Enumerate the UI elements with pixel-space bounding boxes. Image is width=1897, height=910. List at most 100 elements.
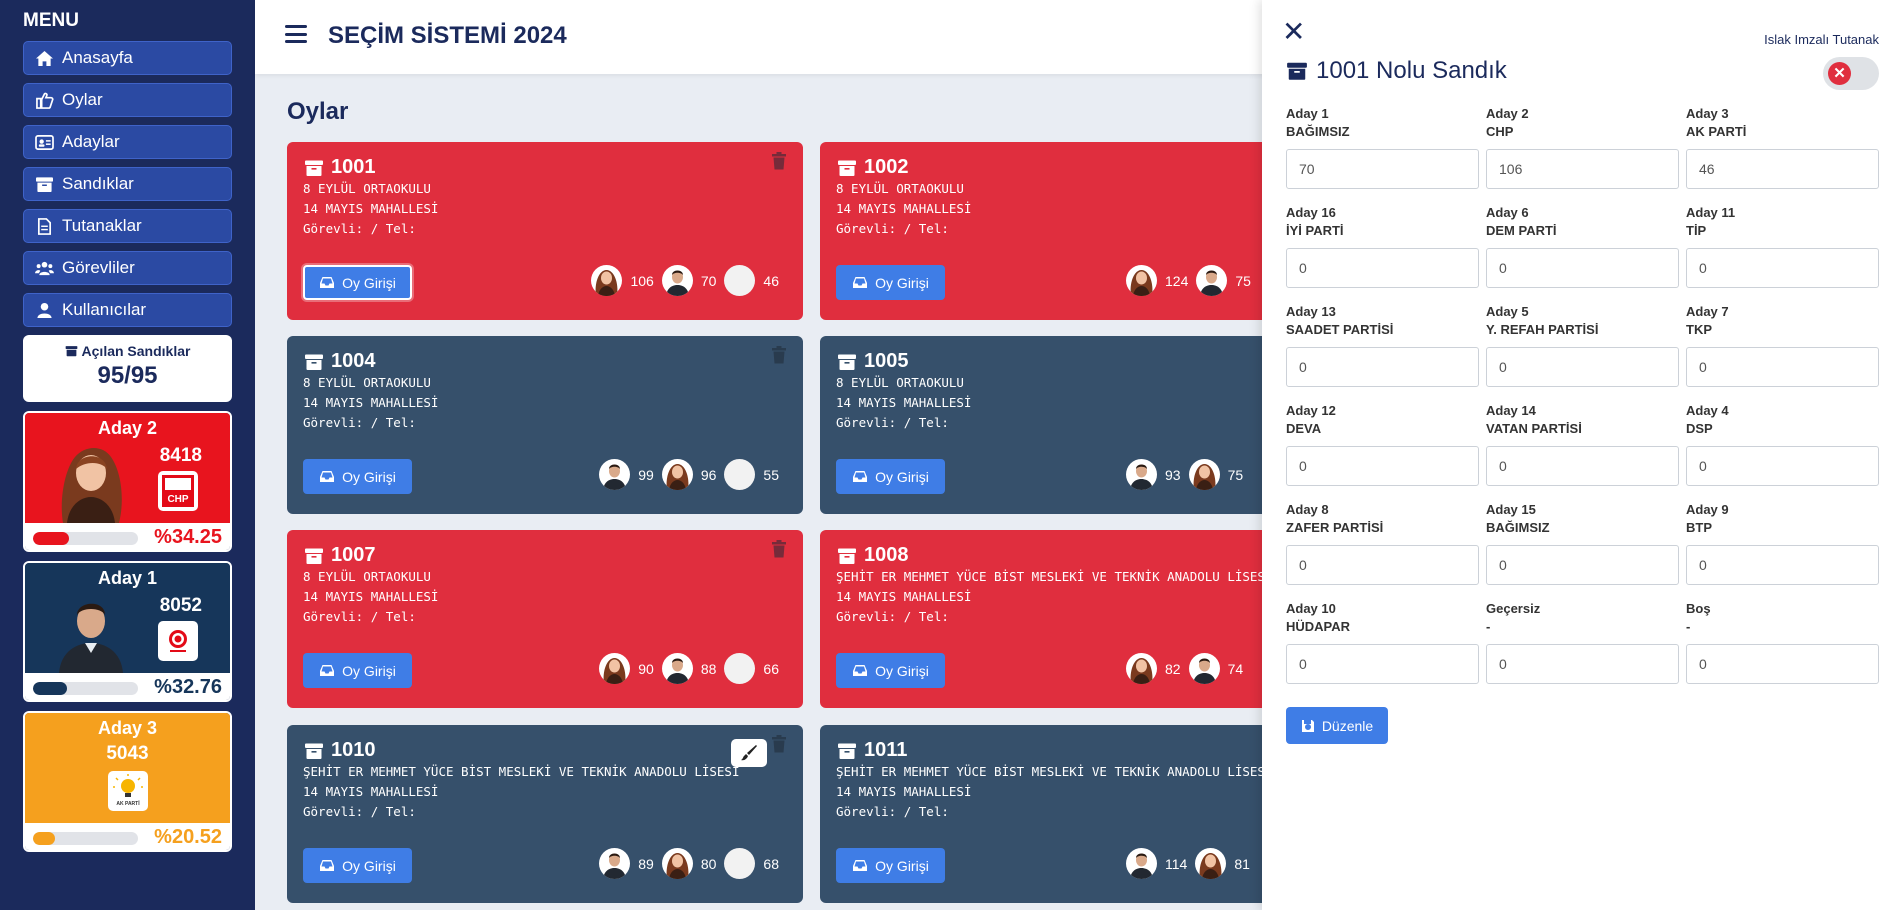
sidebar-item-kullanicilar[interactable]: Kullanıcılar bbox=[23, 293, 232, 327]
candidate-card-aday-1[interactable]: Aday 1 8052 %32.76 bbox=[23, 561, 232, 702]
candidate-avatar bbox=[1126, 653, 1157, 684]
wet-signature-toggle[interactable]: ✕ bbox=[1823, 57, 1879, 90]
ballot-box-card[interactable]: 1002 8 EYLÜL ORTAOKULU 14 MAYIS MAHALLESİ G… bbox=[820, 142, 1336, 320]
candidate-card-aday-3[interactable]: Aday 3 5043 AK PARTİ %20.52 bbox=[23, 711, 232, 852]
progress-fill bbox=[33, 832, 55, 845]
vote-input[interactable] bbox=[1686, 347, 1879, 387]
vote-field: Aday 2 CHP bbox=[1486, 106, 1679, 189]
school-name: ŞEHİT ER MEHMET YÜCE BİST MESLEKİ VE TEK… bbox=[836, 569, 1273, 584]
save-button[interactable]: Düzenle bbox=[1286, 707, 1388, 744]
trash-icon[interactable] bbox=[771, 540, 787, 558]
field-candidate: Aday 11 bbox=[1686, 205, 1736, 220]
vote-input[interactable] bbox=[1286, 149, 1479, 189]
candidate-avatar-placeholder bbox=[724, 265, 756, 296]
ballot-box-card[interactable]: 1011 ŞEHİT ER MEHMET YÜCE BİST MESLEKİ VE… bbox=[820, 725, 1336, 903]
trash-icon[interactable] bbox=[771, 346, 787, 364]
ballot-box-card[interactable]: 1001 8 EYLÜL ORTAOKULU 14 MAYIS MAHALLESİ G… bbox=[287, 142, 803, 320]
vote-input[interactable] bbox=[1686, 446, 1879, 486]
vote-count: 96 bbox=[700, 466, 717, 483]
sidebar-item-adaylar[interactable]: Adaylar bbox=[23, 125, 232, 159]
archive-box-icon bbox=[838, 160, 856, 176]
field-candidate: Aday 5 bbox=[1486, 304, 1529, 319]
vote-entry-button[interactable]: Oy Girişi bbox=[303, 848, 412, 883]
candidate-card-aday-2[interactable]: Aday 2 8418 CHP %34.25 bbox=[23, 411, 232, 552]
vote-input[interactable] bbox=[1686, 149, 1879, 189]
vote-entry-button[interactable]: Oy Girişi bbox=[303, 265, 412, 300]
ballot-box-card[interactable]: 1008 ŞEHİT ER MEHMET YÜCE BİST MESLEKİ VE… bbox=[820, 530, 1336, 708]
vote-input[interactable] bbox=[1486, 545, 1679, 585]
close-icon[interactable]: ✕ bbox=[1282, 18, 1305, 46]
vote-count: 93 bbox=[1165, 466, 1181, 483]
vote-input[interactable] bbox=[1686, 248, 1879, 288]
vote-entry-button[interactable]: Oy Girişi bbox=[836, 848, 945, 883]
sidebar-item-anasayfa[interactable]: Anasayfa bbox=[23, 41, 232, 75]
sidebar-item-oylar[interactable]: Oylar bbox=[23, 83, 232, 117]
ballot-box-card[interactable]: 1004 8 EYLÜL ORTAOKULU 14 MAYIS MAHALLESİ G… bbox=[287, 336, 803, 514]
trash-icon[interactable] bbox=[771, 152, 787, 170]
field-candidate: Aday 12 bbox=[1286, 403, 1336, 418]
hamburger-menu-icon[interactable] bbox=[285, 25, 307, 43]
vote-icon bbox=[36, 92, 54, 109]
brush-icon[interactable] bbox=[731, 739, 767, 767]
vote-input[interactable] bbox=[1486, 248, 1679, 288]
vote-entry-button[interactable]: Oy Girişi bbox=[836, 459, 945, 494]
vote-count: 68 bbox=[763, 855, 779, 872]
ballot-box-card[interactable]: 1007 8 EYLÜL ORTAOKULU 14 MAYIS MAHALLESİ G… bbox=[287, 530, 803, 708]
candidate-vote-count: 74 bbox=[1188, 653, 1243, 684]
field-candidate: Aday 1 bbox=[1286, 106, 1329, 121]
vote-input[interactable] bbox=[1286, 347, 1479, 387]
vote-input[interactable] bbox=[1486, 347, 1679, 387]
box-number: 1010 bbox=[303, 739, 787, 762]
ballot-box-card[interactable]: 1005 8 EYLÜL ORTAOKULU 14 MAYIS MAHALLESİ G… bbox=[820, 336, 1336, 514]
vote-entry-button[interactable]: Oy Girişi bbox=[836, 653, 945, 688]
users-icon bbox=[35, 261, 54, 275]
field-party: SAADET PARTİSİ bbox=[1286, 322, 1394, 337]
school-name: 8 EYLÜL ORTAOKULU bbox=[303, 181, 431, 196]
candidate-avatar bbox=[599, 459, 631, 490]
candidate-avatar bbox=[1126, 265, 1157, 296]
vote-input[interactable] bbox=[1286, 545, 1479, 585]
candidate-avatar bbox=[661, 265, 693, 296]
vote-field: Aday 7 TKP bbox=[1686, 304, 1879, 387]
vote-field: Aday 8 ZAFER PARTİSİ bbox=[1286, 502, 1479, 585]
sidebar-item-sandiklar[interactable]: Sandıklar bbox=[23, 167, 232, 201]
vote-input[interactable] bbox=[1686, 644, 1879, 684]
field-candidate: Aday 14 bbox=[1486, 403, 1536, 418]
vote-input[interactable] bbox=[1286, 644, 1479, 684]
field-candidate: Aday 13 bbox=[1286, 304, 1336, 319]
vote-input[interactable] bbox=[1686, 545, 1879, 585]
candidate-name: Aday 3 bbox=[97, 718, 158, 738]
sidebar-item-label: Sandıklar bbox=[62, 174, 134, 193]
panel-title: 1001 Nolu Sandık bbox=[1286, 57, 1507, 85]
candidate-vote-summary: 90 88 66 bbox=[591, 653, 779, 684]
sidebar-item-gorevliler[interactable]: Görevliler bbox=[23, 251, 232, 285]
vote-field: Aday 11 TİP bbox=[1686, 205, 1879, 288]
field-candidate: Aday 10 bbox=[1286, 601, 1336, 616]
candidate-avatar bbox=[1126, 459, 1157, 490]
vote-input[interactable] bbox=[1486, 644, 1679, 684]
sidebar-item-label: Tutanaklar bbox=[62, 216, 142, 235]
ballot-box-card[interactable]: 1010 ŞEHİT ER MEHMET YÜCE BİST MESLEKİ VE… bbox=[287, 725, 803, 903]
school-name: ŞEHİT ER MEHMET YÜCE BİST MESLEKİ VE TEK… bbox=[303, 764, 740, 779]
vote-input[interactable] bbox=[1486, 149, 1679, 189]
archive-box-icon bbox=[305, 743, 323, 759]
officer-info: Görevli: / Tel: bbox=[836, 415, 949, 430]
vote-entry-button[interactable]: Oy Girişi bbox=[303, 459, 412, 494]
vote-count: 75 bbox=[1235, 272, 1251, 289]
candidate-avatar-placeholder bbox=[724, 848, 756, 879]
vote-entry-button[interactable]: Oy Girişi bbox=[836, 265, 945, 300]
vote-input[interactable] bbox=[1486, 446, 1679, 486]
vote-field: Geçersiz - bbox=[1486, 601, 1679, 684]
vote-entry-button[interactable]: Oy Girişi bbox=[303, 653, 412, 688]
candidate-header: Aday 3 5043 AK PARTİ bbox=[25, 713, 230, 823]
candidate-vote-count: 90 bbox=[599, 653, 654, 684]
vote-input[interactable] bbox=[1286, 446, 1479, 486]
vote-count: 106 bbox=[630, 272, 654, 289]
trash-icon[interactable] bbox=[771, 735, 787, 753]
field-party: ZAFER PARTİSİ bbox=[1286, 520, 1384, 535]
officer-info: Görevli: / Tel: bbox=[303, 804, 416, 819]
field-party: TİP bbox=[1686, 223, 1707, 238]
vote-input[interactable] bbox=[1286, 248, 1479, 288]
sidebar-item-tutanaklar[interactable]: Tutanaklar bbox=[23, 209, 232, 243]
field-candidate: Aday 4 bbox=[1686, 403, 1729, 418]
